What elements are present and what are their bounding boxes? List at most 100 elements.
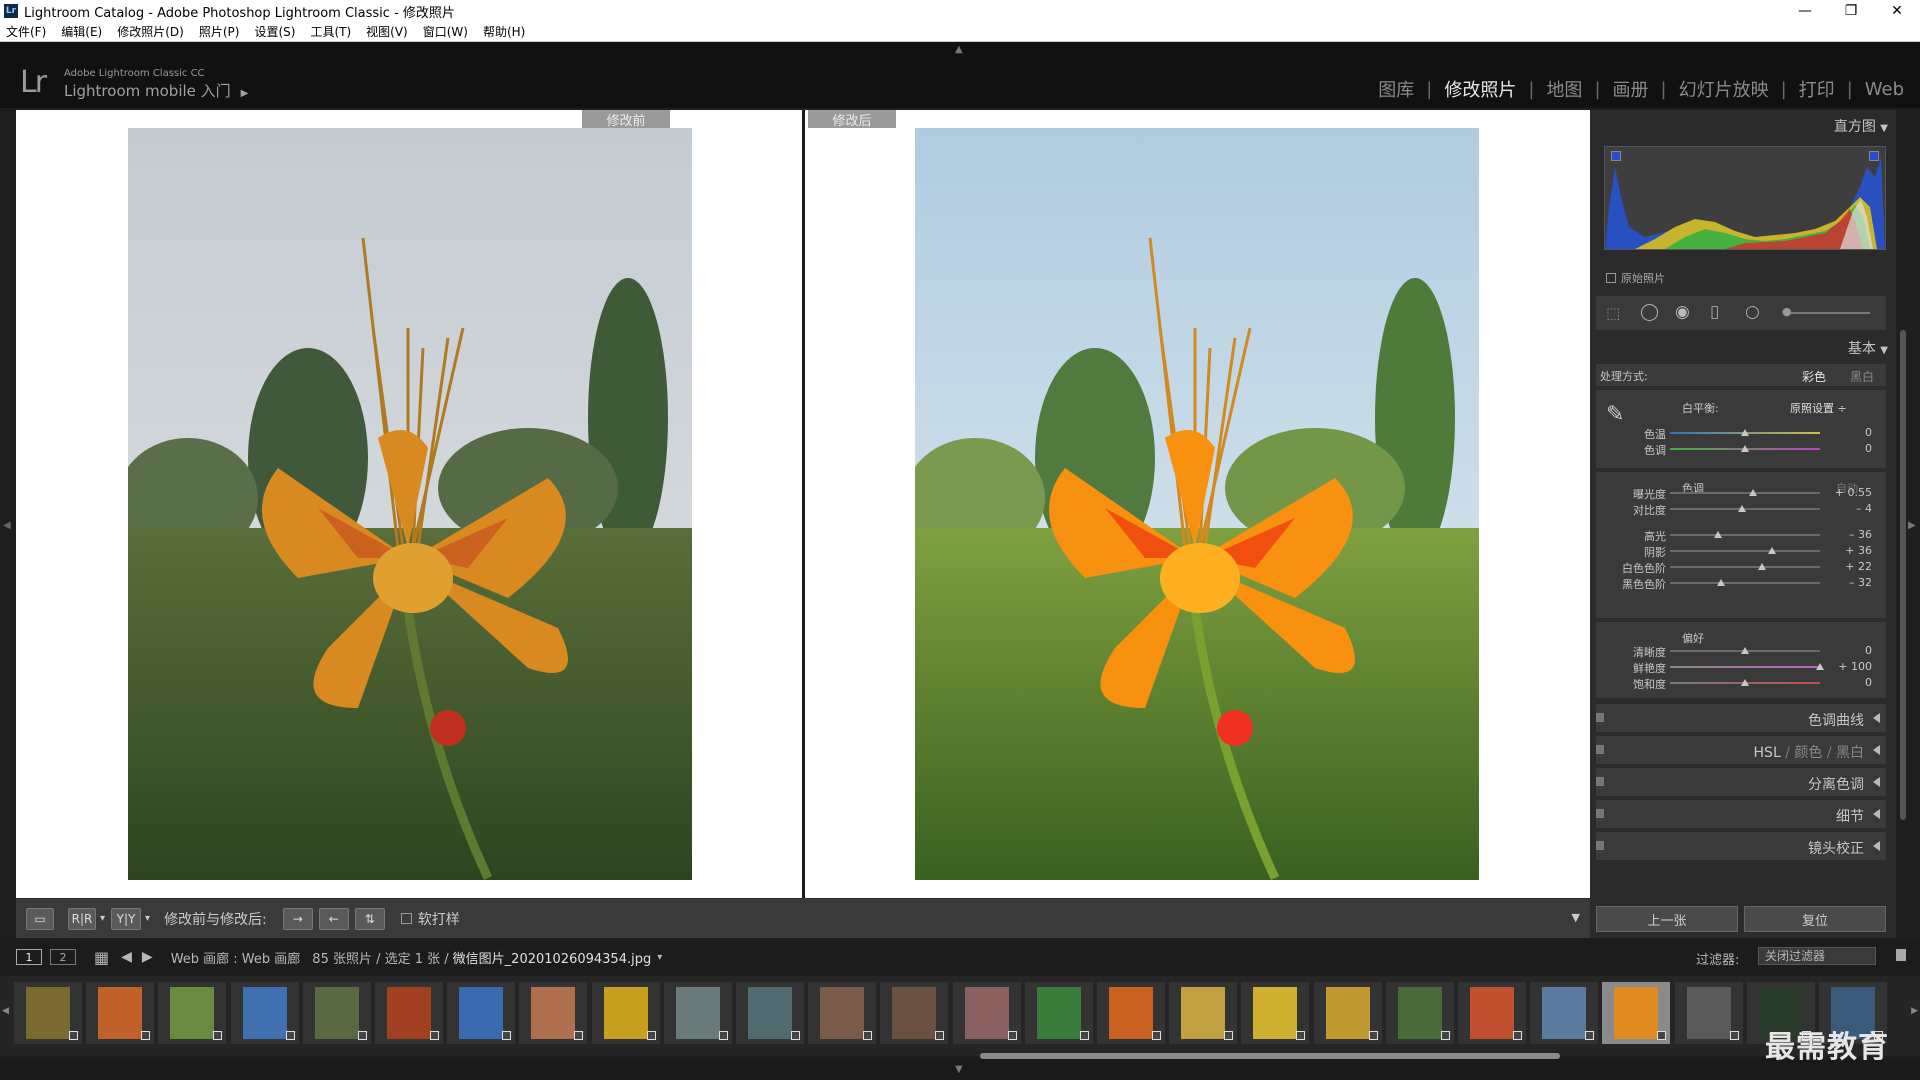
- exposure-slider-handle[interactable]: [1749, 489, 1758, 496]
- vibrance-value[interactable]: + 100: [1828, 660, 1872, 673]
- white-balance-dropdown[interactable]: 原照设置 ÷: [1790, 400, 1847, 416]
- temp-value[interactable]: 0: [1828, 426, 1872, 439]
- clarity-slider-handle[interactable]: [1741, 647, 1749, 654]
- adjustment-brush-icon[interactable]: ●: [1782, 305, 1792, 318]
- filmstrip-thumbnail[interactable]: [519, 982, 588, 1044]
- original-photo-checkbox[interactable]: [1606, 273, 1616, 283]
- adjustment-brush-slider[interactable]: [1786, 312, 1870, 314]
- source-label[interactable]: Web 画廊 : Web 画廊: [171, 948, 301, 967]
- highlights-slider-handle[interactable]: [1714, 531, 1722, 538]
- shadows-slider[interactable]: [1670, 550, 1820, 552]
- filmstrip-thumbnail[interactable]: [591, 982, 660, 1044]
- minimize-button[interactable]: —: [1782, 0, 1828, 22]
- highlight-clipping-indicator[interactable]: [1869, 151, 1879, 161]
- filmstrip-thumbnail[interactable]: [663, 982, 732, 1044]
- filmstrip-thumbnail[interactable]: [1530, 982, 1599, 1044]
- before-after-lr-button[interactable]: R|R: [68, 907, 96, 930]
- left-panel-toggle-icon[interactable]: ◀: [3, 520, 11, 531]
- before-after-split-button[interactable]: Y|Y: [111, 907, 142, 930]
- shadows-slider-handle[interactable]: [1768, 547, 1776, 554]
- menu-help[interactable]: 帮助(H): [483, 23, 525, 40]
- filmstrip-thumbnail[interactable]: [1024, 982, 1093, 1044]
- filmstrip-thumbnail[interactable]: [447, 982, 516, 1044]
- detail-section[interactable]: 细节: [1596, 800, 1886, 828]
- toolbar-content-dropdown-icon[interactable]: ▼: [1572, 911, 1580, 924]
- radial-filter-icon[interactable]: ○: [1745, 302, 1760, 322]
- menu-view[interactable]: 视图(V): [366, 23, 408, 40]
- dropdown-arrow-icon[interactable]: ▾: [145, 913, 150, 924]
- crop-overlay-icon[interactable]: ⬚: [1606, 304, 1620, 322]
- menu-tools[interactable]: 工具(T): [310, 23, 351, 40]
- hsl-tab[interactable]: HSL: [1754, 745, 1781, 761]
- blacks-slider-handle[interactable]: [1717, 579, 1725, 586]
- blacks-value[interactable]: – 32: [1828, 576, 1872, 589]
- highlights-value[interactable]: – 36: [1828, 528, 1872, 541]
- panel-switch[interactable]: [1596, 777, 1604, 786]
- original-photo-toggle[interactable]: 原始照片: [1606, 270, 1665, 286]
- white-balance-eyedropper-icon[interactable]: ✎: [1606, 402, 1624, 427]
- filmstrip-right-arrow-icon[interactable]: ▶: [1911, 1006, 1918, 1016]
- module-web[interactable]: Web: [1853, 79, 1904, 100]
- filter-dropdown[interactable]: 关闭过滤器: [1758, 947, 1876, 965]
- filmstrip-thumbnail[interactable]: [14, 982, 82, 1044]
- previous-button[interactable]: 上一张: [1596, 906, 1738, 932]
- module-slideshow[interactable]: 幻灯片放映: [1667, 76, 1781, 102]
- after-photo[interactable]: [915, 128, 1479, 880]
- reset-button[interactable]: 复位: [1744, 906, 1886, 932]
- tint-slider-handle[interactable]: [1741, 445, 1749, 452]
- lens-correction-section[interactable]: 镜头校正: [1596, 832, 1886, 860]
- filmstrip-thumbnail[interactable]: [1674, 982, 1743, 1044]
- filmstrip-thumbnail[interactable]: [158, 982, 227, 1044]
- saturation-slider-handle[interactable]: [1741, 679, 1749, 686]
- copy-after-to-before-button[interactable]: ←: [318, 907, 349, 930]
- second-window-button[interactable]: 2: [50, 949, 76, 965]
- grid-view-icon[interactable]: ▦: [94, 948, 109, 967]
- hsl-color-tab[interactable]: 颜色: [1794, 745, 1822, 761]
- hsl-section[interactable]: HSL / 颜色 / 黑白: [1596, 736, 1886, 764]
- shadow-clipping-indicator[interactable]: [1611, 151, 1621, 161]
- graduated-filter-icon[interactable]: ▯: [1710, 302, 1719, 322]
- highlights-slider[interactable]: [1670, 534, 1820, 536]
- hsl-bw-tab[interactable]: 黑白: [1836, 745, 1864, 761]
- loupe-view-button[interactable]: ▭: [26, 907, 54, 930]
- close-button[interactable]: ✕: [1874, 0, 1920, 22]
- menu-photo[interactable]: 照片(P): [199, 23, 240, 40]
- spot-removal-icon[interactable]: ◯: [1640, 302, 1659, 322]
- filmstrip-thumbnail[interactable]: [1458, 982, 1526, 1044]
- panel-switch[interactable]: [1596, 713, 1604, 722]
- tone-curve-section[interactable]: 色调曲线: [1596, 704, 1886, 732]
- soft-proof-checkbox[interactable]: [400, 913, 412, 924]
- red-eye-icon[interactable]: ◉: [1675, 302, 1690, 322]
- module-develop[interactable]: 修改照片: [1432, 76, 1528, 102]
- module-print[interactable]: 打印: [1787, 76, 1847, 102]
- split-toning-section[interactable]: 分离色调: [1596, 768, 1886, 796]
- filmstrip-thumbnail[interactable]: [736, 982, 804, 1044]
- dropdown-arrow-icon[interactable]: ▾: [100, 913, 105, 924]
- module-library[interactable]: 图库: [1366, 76, 1426, 102]
- filmstrip-thumbnail[interactable]: [1385, 982, 1454, 1044]
- shadows-value[interactable]: + 36: [1828, 544, 1872, 557]
- filmstrip-thumbnail[interactable]: [952, 982, 1021, 1044]
- temp-slider-handle[interactable]: [1741, 429, 1749, 436]
- vibrance-slider[interactable]: [1670, 666, 1820, 668]
- panel-switch[interactable]: [1596, 841, 1604, 850]
- contrast-slider-handle[interactable]: [1738, 505, 1746, 512]
- filter-lock-icon[interactable]: [1896, 949, 1906, 961]
- tint-value[interactable]: 0: [1828, 442, 1872, 455]
- whites-slider-handle[interactable]: [1757, 563, 1766, 570]
- copy-before-to-after-button[interactable]: →: [282, 907, 313, 930]
- clarity-value[interactable]: 0: [1828, 644, 1872, 657]
- restore-button[interactable]: ❐: [1828, 0, 1874, 22]
- filmstrip-thumbnail[interactable]: [1241, 982, 1310, 1044]
- menu-edit[interactable]: 编辑(E): [61, 23, 102, 40]
- whites-slider[interactable]: [1670, 566, 1820, 568]
- menu-file[interactable]: 文件(F): [6, 23, 46, 40]
- main-window-button[interactable]: 1: [16, 949, 42, 965]
- module-book[interactable]: 画册: [1601, 76, 1661, 102]
- swap-before-after-button[interactable]: ⇅: [354, 907, 385, 930]
- menu-window[interactable]: 窗口(W): [423, 23, 468, 40]
- exposure-value[interactable]: + 0.55: [1828, 486, 1872, 499]
- filmstrip-thumbnail[interactable]: [1169, 982, 1238, 1044]
- back-arrow-icon[interactable]: ◀: [121, 949, 132, 965]
- before-photo[interactable]: [128, 128, 692, 880]
